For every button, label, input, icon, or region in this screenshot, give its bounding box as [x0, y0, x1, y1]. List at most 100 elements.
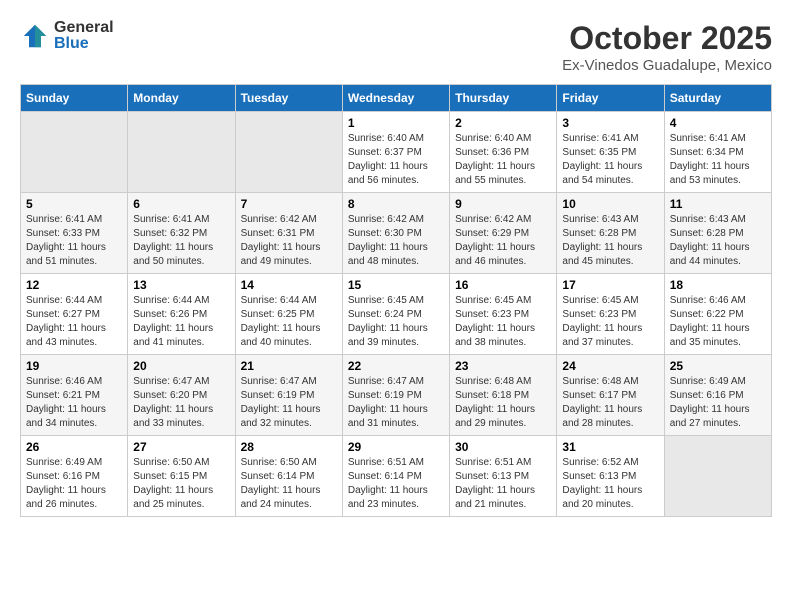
weekday-header-wednesday: Wednesday: [342, 85, 449, 112]
day-number: 27: [133, 440, 229, 454]
calendar-cell: 7 Sunrise: 6:42 AM Sunset: 6:31 PM Daylig…: [235, 193, 342, 274]
day-number: 1: [348, 116, 444, 130]
calendar-cell: 26 Sunrise: 6:49 AM Sunset: 6:16 PM Dayli…: [21, 436, 128, 517]
day-info: Sunrise: 6:45 AM Sunset: 6:23 PM Dayligh…: [455, 294, 551, 350]
calendar-cell: 25 Sunrise: 6:49 AM Sunset: 6:16 PM Dayli…: [664, 355, 771, 436]
day-info: Sunrise: 6:47 AM Sunset: 6:19 PM Dayligh…: [348, 375, 444, 431]
weekday-header-thursday: Thursday: [450, 85, 557, 112]
day-number: 22: [348, 359, 444, 373]
day-info: Sunrise: 6:48 AM Sunset: 6:17 PM Dayligh…: [562, 375, 658, 431]
day-number: 3: [562, 116, 658, 130]
day-number: 20: [133, 359, 229, 373]
calendar-cell: [664, 436, 771, 517]
calendar-table: SundayMondayTuesdayWednesdayThursdayFrid…: [20, 84, 772, 517]
day-number: 10: [562, 197, 658, 211]
day-number: 7: [241, 197, 337, 211]
day-info: Sunrise: 6:49 AM Sunset: 6:16 PM Dayligh…: [26, 456, 122, 512]
day-number: 30: [455, 440, 551, 454]
calendar-cell: 27 Sunrise: 6:50 AM Sunset: 6:15 PM Dayli…: [128, 436, 235, 517]
day-number: 5: [26, 197, 122, 211]
day-info: Sunrise: 6:44 AM Sunset: 6:25 PM Dayligh…: [241, 294, 337, 350]
calendar-cell: 6 Sunrise: 6:41 AM Sunset: 6:32 PM Daylig…: [128, 193, 235, 274]
calendar-cell: 19Sunrise: 6:46 AM Sunset: 6:21 PM Dayli…: [21, 355, 128, 436]
calendar-cell: 30 Sunrise: 6:51 AM Sunset: 6:13 PM Dayli…: [450, 436, 557, 517]
day-info: Sunrise: 6:42 AM Sunset: 6:30 PM Dayligh…: [348, 213, 444, 269]
calendar-cell: 28Sunrise: 6:50 AM Sunset: 6:14 PM Dayli…: [235, 436, 342, 517]
day-number: 9: [455, 197, 551, 211]
day-info: Sunrise: 6:41 AM Sunset: 6:32 PM Dayligh…: [133, 213, 229, 269]
day-info: Sunrise: 6:42 AM Sunset: 6:29 PM Dayligh…: [455, 213, 551, 269]
day-number: 31: [562, 440, 658, 454]
logo-blue-text: Blue: [54, 36, 114, 52]
day-number: 6: [133, 197, 229, 211]
day-number: 24: [562, 359, 658, 373]
day-info: Sunrise: 6:50 AM Sunset: 6:14 PM Dayligh…: [241, 456, 337, 512]
page-header: General Blue October 2025 Ex-Vinedos Gua…: [20, 20, 772, 74]
day-info: Sunrise: 6:50 AM Sunset: 6:15 PM Dayligh…: [133, 456, 229, 512]
weekday-header-sunday: Sunday: [21, 85, 128, 112]
day-number: 4: [670, 116, 766, 130]
calendar-cell: 4 Sunrise: 6:41 AM Sunset: 6:34 PM Daylig…: [664, 112, 771, 193]
day-number: 18: [670, 278, 766, 292]
day-info: Sunrise: 6:40 AM Sunset: 6:37 PM Dayligh…: [348, 132, 444, 188]
calendar-week-row: 1 Sunrise: 6:40 AM Sunset: 6:37 PM Daylig…: [21, 112, 772, 193]
day-number: 25: [670, 359, 766, 373]
location-subtitle: Ex-Vinedos Guadalupe, Mexico: [562, 57, 772, 74]
calendar-cell: 11Sunrise: 6:43 AM Sunset: 6:28 PM Dayli…: [664, 193, 771, 274]
calendar-week-row: 19Sunrise: 6:46 AM Sunset: 6:21 PM Dayli…: [21, 355, 772, 436]
day-number: 2: [455, 116, 551, 130]
calendar-cell: 29 Sunrise: 6:51 AM Sunset: 6:14 PM Dayli…: [342, 436, 449, 517]
calendar-cell: [235, 112, 342, 193]
weekday-header-row: SundayMondayTuesdayWednesdayThursdayFrid…: [21, 85, 772, 112]
day-info: Sunrise: 6:41 AM Sunset: 6:34 PM Dayligh…: [670, 132, 766, 188]
logo-general-text: General: [54, 20, 114, 36]
day-info: Sunrise: 6:51 AM Sunset: 6:13 PM Dayligh…: [455, 456, 551, 512]
day-number: 15: [348, 278, 444, 292]
day-info: Sunrise: 6:49 AM Sunset: 6:16 PM Dayligh…: [670, 375, 766, 431]
day-info: Sunrise: 6:45 AM Sunset: 6:23 PM Dayligh…: [562, 294, 658, 350]
calendar-week-row: 12Sunrise: 6:44 AM Sunset: 6:27 PM Dayli…: [21, 274, 772, 355]
calendar-cell: 12Sunrise: 6:44 AM Sunset: 6:27 PM Dayli…: [21, 274, 128, 355]
title-block: October 2025 Ex-Vinedos Guadalupe, Mexic…: [562, 20, 772, 74]
weekday-header-tuesday: Tuesday: [235, 85, 342, 112]
calendar-cell: 5 Sunrise: 6:41 AM Sunset: 6:33 PM Daylig…: [21, 193, 128, 274]
calendar-cell: 3 Sunrise: 6:41 AM Sunset: 6:35 PM Daylig…: [557, 112, 664, 193]
weekday-header-monday: Monday: [128, 85, 235, 112]
day-number: 14: [241, 278, 337, 292]
weekday-header-friday: Friday: [557, 85, 664, 112]
weekday-header-saturday: Saturday: [664, 85, 771, 112]
day-info: Sunrise: 6:52 AM Sunset: 6:13 PM Dayligh…: [562, 456, 658, 512]
calendar-week-row: 5 Sunrise: 6:41 AM Sunset: 6:33 PM Daylig…: [21, 193, 772, 274]
calendar-cell: [21, 112, 128, 193]
day-info: Sunrise: 6:40 AM Sunset: 6:36 PM Dayligh…: [455, 132, 551, 188]
day-info: Sunrise: 6:45 AM Sunset: 6:24 PM Dayligh…: [348, 294, 444, 350]
day-number: 29: [348, 440, 444, 454]
day-info: Sunrise: 6:43 AM Sunset: 6:28 PM Dayligh…: [562, 213, 658, 269]
calendar-cell: 13 Sunrise: 6:44 AM Sunset: 6:26 PM Dayli…: [128, 274, 235, 355]
calendar-cell: 2 Sunrise: 6:40 AM Sunset: 6:36 PM Daylig…: [450, 112, 557, 193]
calendar-cell: 8 Sunrise: 6:42 AM Sunset: 6:30 PM Daylig…: [342, 193, 449, 274]
calendar-cell: 31 Sunrise: 6:52 AM Sunset: 6:13 PM Dayli…: [557, 436, 664, 517]
calendar-cell: 1 Sunrise: 6:40 AM Sunset: 6:37 PM Daylig…: [342, 112, 449, 193]
calendar-cell: 17 Sunrise: 6:45 AM Sunset: 6:23 PM Dayli…: [557, 274, 664, 355]
day-info: Sunrise: 6:47 AM Sunset: 6:19 PM Dayligh…: [241, 375, 337, 431]
day-number: 16: [455, 278, 551, 292]
calendar-week-row: 26 Sunrise: 6:49 AM Sunset: 6:16 PM Dayli…: [21, 436, 772, 517]
day-info: Sunrise: 6:41 AM Sunset: 6:33 PM Dayligh…: [26, 213, 122, 269]
day-number: 17: [562, 278, 658, 292]
day-info: Sunrise: 6:41 AM Sunset: 6:35 PM Dayligh…: [562, 132, 658, 188]
day-info: Sunrise: 6:51 AM Sunset: 6:14 PM Dayligh…: [348, 456, 444, 512]
day-number: 11: [670, 197, 766, 211]
calendar-cell: 9 Sunrise: 6:42 AM Sunset: 6:29 PM Daylig…: [450, 193, 557, 274]
day-info: Sunrise: 6:44 AM Sunset: 6:26 PM Dayligh…: [133, 294, 229, 350]
calendar-cell: 10 Sunrise: 6:43 AM Sunset: 6:28 PM Dayli…: [557, 193, 664, 274]
day-number: 26: [26, 440, 122, 454]
day-info: Sunrise: 6:48 AM Sunset: 6:18 PM Dayligh…: [455, 375, 551, 431]
day-number: 12: [26, 278, 122, 292]
day-number: 8: [348, 197, 444, 211]
day-number: 13: [133, 278, 229, 292]
calendar-cell: 14 Sunrise: 6:44 AM Sunset: 6:25 PM Dayli…: [235, 274, 342, 355]
day-info: Sunrise: 6:42 AM Sunset: 6:31 PM Dayligh…: [241, 213, 337, 269]
day-number: 23: [455, 359, 551, 373]
calendar-cell: 21Sunrise: 6:47 AM Sunset: 6:19 PM Dayli…: [235, 355, 342, 436]
